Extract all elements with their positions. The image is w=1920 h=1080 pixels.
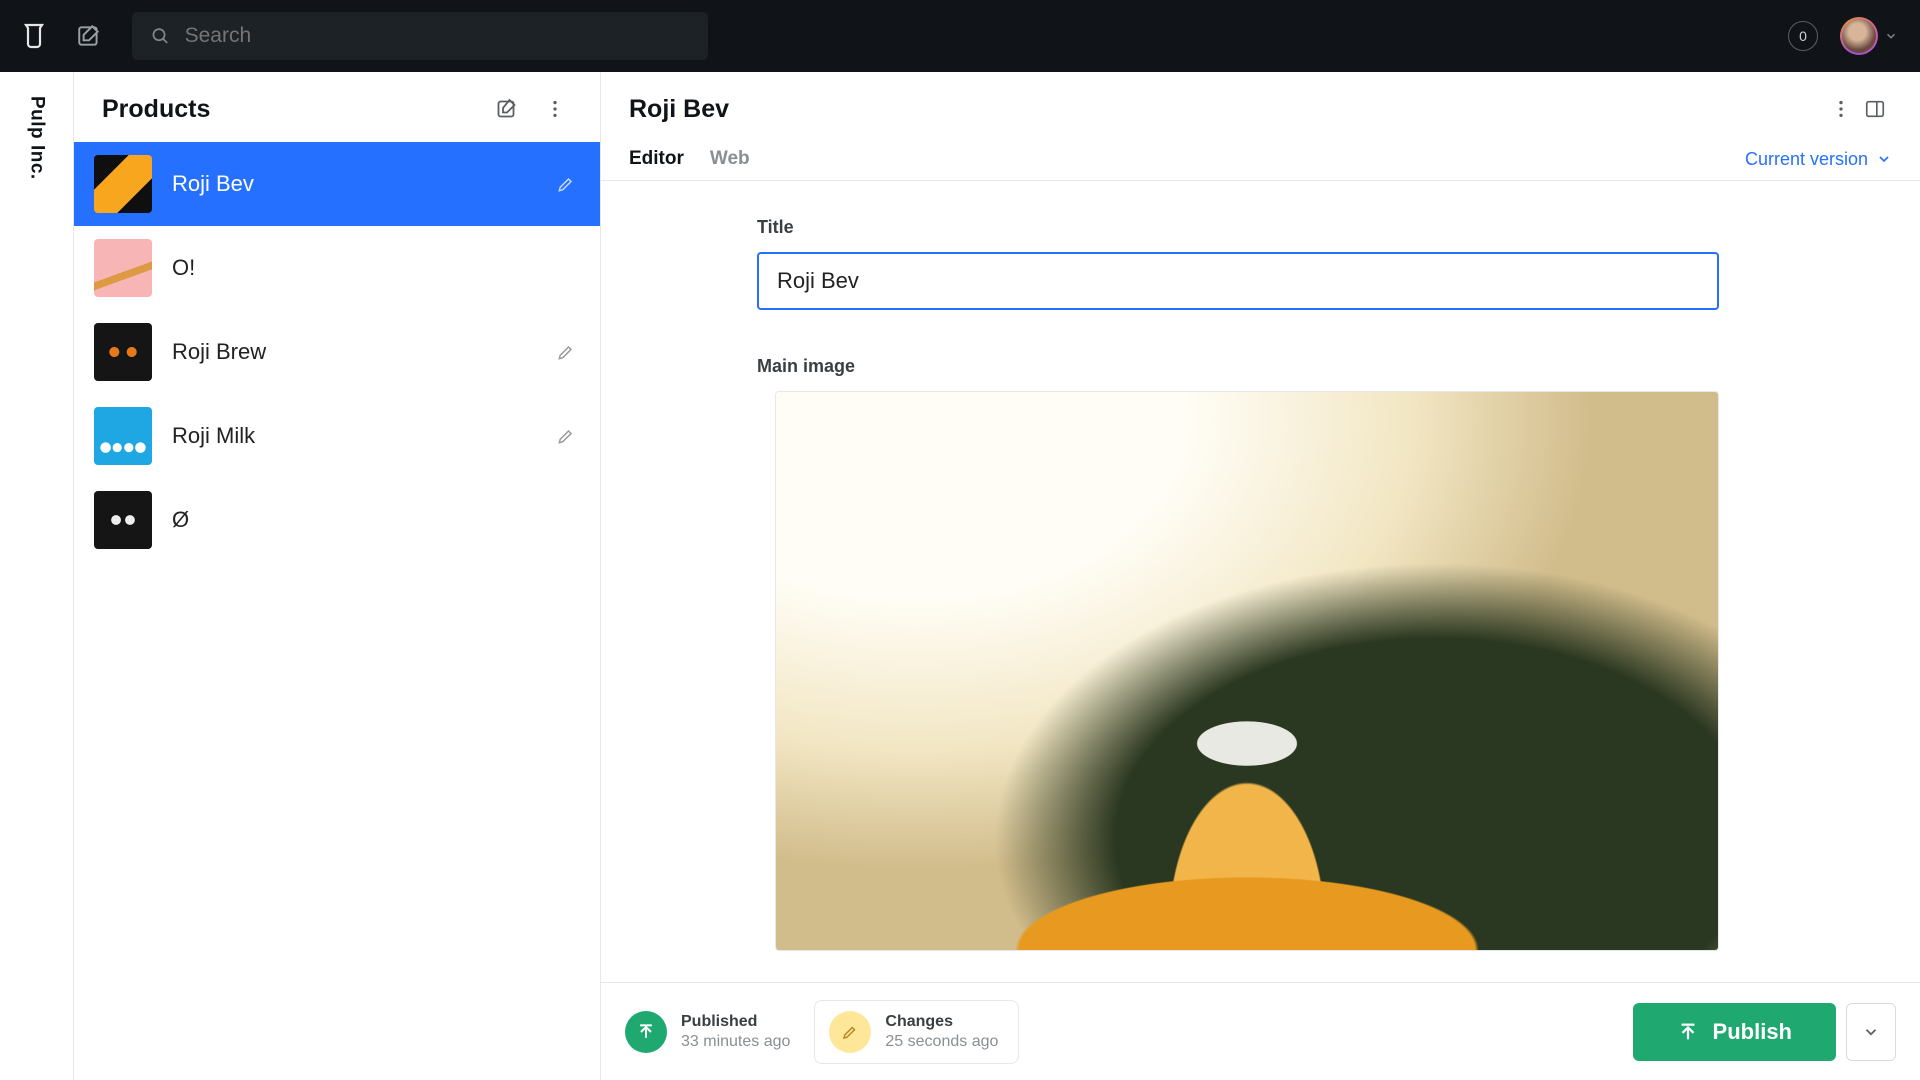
image-field-label: Main image [757, 356, 1719, 377]
list-item[interactable]: Ø [74, 478, 600, 562]
split-pane-button[interactable] [1858, 92, 1892, 126]
list-item[interactable]: Roji Brew [74, 310, 600, 394]
editor-tabs: Editor Web Current version [629, 138, 1892, 180]
avatar [1840, 17, 1878, 55]
pencil-icon [552, 422, 580, 450]
left-rail: Pulp Inc. [0, 72, 74, 1080]
product-thumbnail [94, 491, 152, 549]
app-logo-icon[interactable] [22, 22, 46, 50]
more-vertical-icon [544, 98, 566, 120]
new-document-button[interactable] [490, 92, 524, 126]
list-header: Products [74, 72, 600, 142]
version-label: Current version [1745, 149, 1868, 170]
list-item[interactable]: O! [74, 226, 600, 310]
chevron-down-icon [1884, 29, 1898, 43]
list-item[interactable]: Roji Bev [74, 142, 600, 226]
list-title: Products [102, 95, 476, 124]
published-status: Published 33 minutes ago [625, 1011, 790, 1053]
list-panel: Products Roji Bev O! Roji Bre [74, 72, 601, 1080]
user-menu[interactable] [1840, 17, 1898, 55]
publish-more-button[interactable] [1846, 1003, 1896, 1061]
editor-more-button[interactable] [1824, 92, 1858, 126]
pencil-icon [552, 338, 580, 366]
pencil-icon [552, 170, 580, 198]
changes-time: 25 seconds ago [885, 1033, 998, 1051]
publish-button[interactable]: Publish [1633, 1003, 1836, 1061]
product-name: Ø [172, 507, 580, 533]
product-thumbnail [94, 407, 152, 465]
editor-body: Title Main image [601, 181, 1920, 1080]
topbar-right: 0 [1788, 17, 1898, 55]
compose-icon [495, 97, 519, 121]
arrow-up-icon [636, 1022, 656, 1042]
pencil-icon [841, 1023, 859, 1041]
search-input[interactable] [185, 24, 690, 48]
product-name: O! [172, 255, 580, 281]
version-selector[interactable]: Current version [1745, 149, 1892, 170]
notification-badge[interactable]: 0 [1788, 21, 1818, 51]
arrow-up-icon [1677, 1021, 1699, 1043]
search-icon [150, 25, 171, 47]
publish-button-label: Publish [1713, 1019, 1792, 1045]
topbar-left [22, 12, 708, 60]
changes-icon [829, 1011, 871, 1053]
product-thumbnail [94, 239, 152, 297]
main-image-box[interactable] [775, 391, 1719, 951]
chevron-down-icon [1862, 1023, 1880, 1041]
product-name: Roji Bev [172, 171, 532, 197]
title-input[interactable] [777, 268, 1699, 294]
product-name: Roji Milk [172, 423, 532, 449]
published-icon [625, 1011, 667, 1053]
changes-label: Changes [885, 1013, 998, 1031]
search-box[interactable] [132, 12, 708, 60]
title-input-wrap[interactable] [757, 252, 1719, 310]
editor-footer: Published 33 minutes ago Changes 25 seco… [601, 982, 1920, 1080]
tab-editor[interactable]: Editor [629, 138, 684, 180]
product-name: Roji Brew [172, 339, 532, 365]
tab-web[interactable]: Web [710, 138, 750, 180]
title-field-label: Title [757, 217, 1719, 238]
more-vertical-icon [1830, 98, 1852, 120]
product-thumbnail [94, 155, 152, 213]
editor-header: Roji Bev Editor Web Current version [601, 72, 1920, 180]
product-list: Roji Bev O! Roji Brew Roji Milk [74, 142, 600, 562]
editor-panel: Roji Bev Editor Web Current version [601, 72, 1920, 1080]
body-row: Pulp Inc. Products Roji Bev O! [0, 72, 1920, 1080]
org-label[interactable]: Pulp Inc. [26, 96, 48, 1080]
chevron-down-icon [1876, 151, 1892, 167]
product-thumbnail [94, 323, 152, 381]
document-title: Roji Bev [629, 95, 1824, 124]
list-item[interactable]: Roji Milk [74, 394, 600, 478]
split-pane-icon [1864, 98, 1886, 120]
published-label: Published [681, 1013, 790, 1031]
changes-status[interactable]: Changes 25 seconds ago [814, 1000, 1019, 1064]
product-image [776, 392, 1718, 950]
list-more-button[interactable] [538, 92, 572, 126]
published-time: 33 minutes ago [681, 1033, 790, 1051]
compose-icon[interactable] [76, 23, 102, 49]
topbar: 0 [0, 0, 1920, 72]
